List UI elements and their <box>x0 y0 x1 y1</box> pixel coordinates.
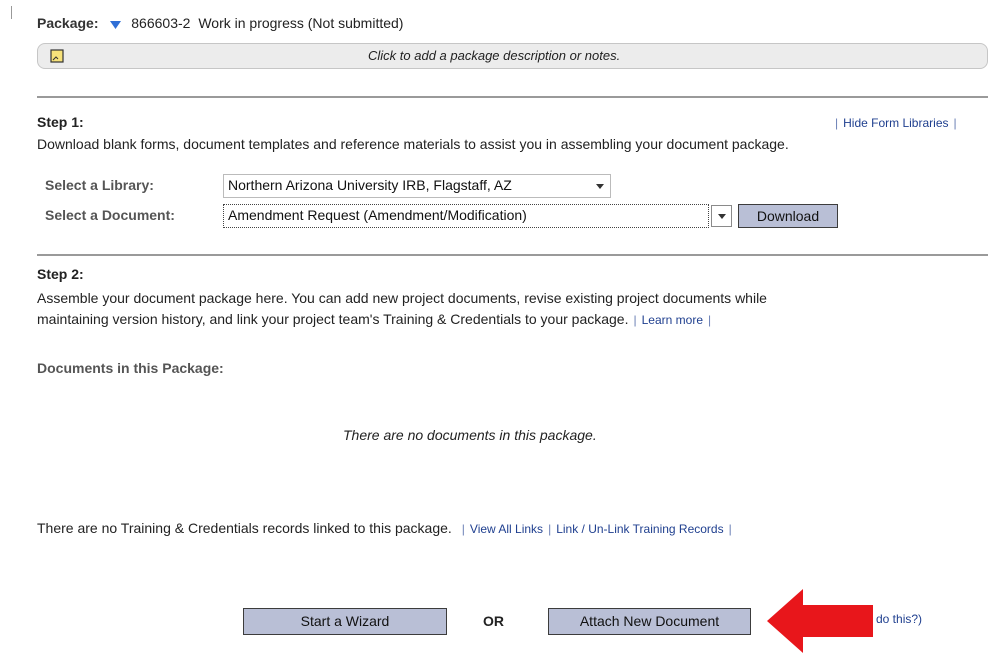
no-training-message: There are no Training & Credentials reco… <box>37 520 452 536</box>
package-number: 866603-2 <box>131 15 191 31</box>
package-status: Work in progress (Not submitted) <box>198 15 404 31</box>
document-select-value: Amendment Request (Amendment/Modificatio… <box>228 207 527 223</box>
package-notes-bar[interactable]: Click to add a package description or no… <box>37 43 988 69</box>
package-notes-prompt: Click to add a package description or no… <box>368 48 621 63</box>
package-header: Package: 866603-2 Work in progress (Not … <box>37 15 403 32</box>
step1-description: Download blank forms, document templates… <box>37 136 789 152</box>
document-label: Select a Document: <box>45 207 175 223</box>
separator: | <box>633 313 637 327</box>
separator: | <box>548 522 552 536</box>
step2-description-line1: Assemble your document package here. You… <box>37 290 767 306</box>
attach-new-document-button[interactable]: Attach New Document <box>548 608 751 635</box>
document-select[interactable]: Amendment Request (Amendment/Modificatio… <box>223 204 709 228</box>
empty-documents-message: There are no documents in this package. <box>343 427 597 443</box>
separator: | <box>461 522 465 536</box>
divider <box>37 96 988 98</box>
learn-more-link[interactable]: Learn more <box>642 313 703 327</box>
step1-title: Step 1: <box>37 114 84 130</box>
package-label: Package: <box>37 15 99 31</box>
separator: | <box>953 116 957 130</box>
step2-description-line2: maintaining version history, and link yo… <box>37 311 716 327</box>
library-select-value: Northern Arizona University IRB, Flagsta… <box>228 177 512 193</box>
document-select-dropdown-button[interactable] <box>711 205 732 227</box>
download-button[interactable]: Download <box>738 204 838 228</box>
separator: | <box>728 522 732 536</box>
chevron-down-icon <box>718 214 726 219</box>
package-toggle-icon[interactable] <box>110 16 122 32</box>
link-unlink-training-link[interactable]: Link / Un-Link Training Records <box>556 522 723 536</box>
hide-form-libraries-link[interactable]: Hide Form Libraries <box>843 116 948 130</box>
step2-description-text: maintaining version history, and link yo… <box>37 311 629 327</box>
note-icon <box>50 49 64 66</box>
hide-form-libraries: | Hide Form Libraries | <box>830 114 962 130</box>
red-arrow-icon <box>767 589 877 656</box>
step2-title: Step 2: <box>37 266 84 282</box>
view-all-links-link[interactable]: View All Links <box>470 522 543 536</box>
edge-tick <box>11 6 12 19</box>
separator: | <box>835 116 839 130</box>
documents-heading: Documents in this Package: <box>37 360 224 376</box>
library-label: Select a Library: <box>45 177 154 193</box>
divider <box>37 254 988 256</box>
or-label: OR <box>483 613 504 629</box>
help-link[interactable]: do this?) <box>876 612 922 626</box>
chevron-down-icon <box>596 184 604 189</box>
separator: | <box>708 313 712 327</box>
training-status-line: There are no Training & Credentials reco… <box>37 520 737 536</box>
start-wizard-button[interactable]: Start a Wizard <box>243 608 447 635</box>
library-select[interactable]: Northern Arizona University IRB, Flagsta… <box>223 174 611 198</box>
